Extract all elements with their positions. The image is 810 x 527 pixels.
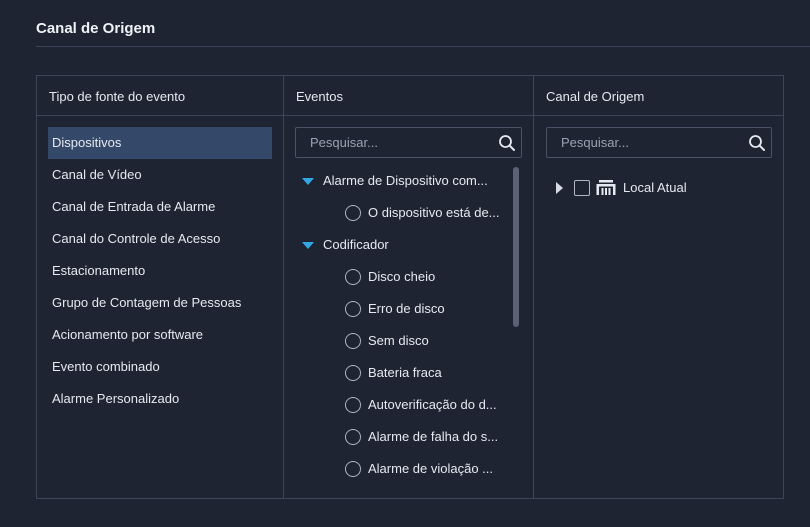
events-search-input[interactable]: [296, 128, 521, 157]
title-divider: [36, 46, 810, 47]
events-scrollbar[interactable]: [513, 167, 519, 327]
event-item-row[interactable]: O dispositivo está de...: [284, 197, 519, 229]
caret-down-icon[interactable]: [302, 242, 314, 249]
source-type-item[interactable]: Canal de Entrada de Alarme: [48, 191, 272, 223]
device-group-icon: [596, 180, 616, 195]
event-radio[interactable]: [345, 205, 361, 221]
channel-header: Canal de Origem: [534, 76, 784, 116]
channel-search-box: [546, 127, 772, 158]
page-title: Canal de Origem: [36, 20, 156, 37]
event-group-row[interactable]: Codificador: [284, 229, 519, 261]
channel-column: Canal de Origem Local Atual: [534, 76, 784, 498]
event-item-label: Erro de disco: [368, 301, 445, 316]
event-item-label: O dispositivo está de...: [368, 205, 500, 220]
event-radio[interactable]: [345, 269, 361, 285]
search-icon[interactable]: [748, 134, 766, 152]
source-type-item[interactable]: Grupo de Contagem de Pessoas: [48, 287, 272, 319]
source-type-item[interactable]: Canal de Vídeo: [48, 159, 272, 191]
source-type-item[interactable]: Acionamento por software: [48, 319, 272, 351]
channel-checkbox[interactable]: [574, 180, 590, 196]
event-radio[interactable]: [345, 461, 361, 477]
event-radio[interactable]: [345, 365, 361, 381]
event-group-label: Alarme de Dispositivo com...: [323, 173, 488, 188]
event-radio[interactable]: [345, 429, 361, 445]
source-type-item[interactable]: Dispositivos: [48, 127, 272, 159]
source-type-item[interactable]: Evento combinado: [48, 351, 272, 383]
caret-down-icon[interactable]: [302, 178, 314, 185]
search-icon[interactable]: [498, 134, 516, 152]
channel-tree-root[interactable]: Local Atual: [534, 172, 784, 204]
event-item-label: Alarme de falha do s...: [368, 429, 499, 444]
events-tree: Alarme de Dispositivo com... O dispositi…: [284, 165, 519, 485]
source-type-column: Tipo de fonte do evento Dispositivos Can…: [37, 76, 284, 498]
events-search-box: [295, 127, 522, 158]
source-type-header: Tipo de fonte do evento: [37, 76, 283, 116]
source-type-item[interactable]: Estacionamento: [48, 255, 272, 287]
event-radio[interactable]: [345, 333, 361, 349]
event-group-row[interactable]: Alarme de Dispositivo com...: [284, 165, 519, 197]
event-item-label: Bateria fraca: [368, 365, 442, 380]
event-item-row[interactable]: Autoverificação do d...: [284, 389, 519, 421]
events-header: Eventos: [284, 76, 533, 116]
source-type-list: Dispositivos Canal de Vídeo Canal de Ent…: [48, 127, 272, 415]
event-item-row[interactable]: Sem disco: [284, 325, 519, 357]
event-item-row[interactable]: Erro de disco: [284, 293, 519, 325]
source-type-item[interactable]: Alarme Personalizado: [48, 383, 272, 415]
source-type-item[interactable]: Canal do Controle de Acesso: [48, 223, 272, 255]
channel-search-input[interactable]: [547, 128, 771, 157]
event-item-label: Disco cheio: [368, 269, 436, 284]
event-source-panel: Tipo de fonte do evento Dispositivos Can…: [36, 75, 784, 499]
event-radio[interactable]: [345, 397, 361, 413]
channel-root-label: Local Atual: [623, 180, 687, 195]
events-column: Eventos Alarme de Dispositivo com... O d…: [284, 76, 534, 498]
event-radio[interactable]: [345, 301, 361, 317]
event-group-label: Codificador: [323, 237, 389, 252]
event-item-row[interactable]: Alarme de falha do s...: [284, 421, 519, 453]
event-item-row[interactable]: Disco cheio: [284, 261, 519, 293]
event-item-label: Sem disco: [368, 333, 429, 348]
event-item-row[interactable]: Bateria fraca: [284, 357, 519, 389]
event-item-label: Autoverificação do d...: [368, 397, 497, 412]
caret-right-icon[interactable]: [556, 182, 563, 194]
event-item-row[interactable]: Alarme de violação ...: [284, 453, 519, 485]
event-item-label: Alarme de violação ...: [368, 461, 494, 476]
